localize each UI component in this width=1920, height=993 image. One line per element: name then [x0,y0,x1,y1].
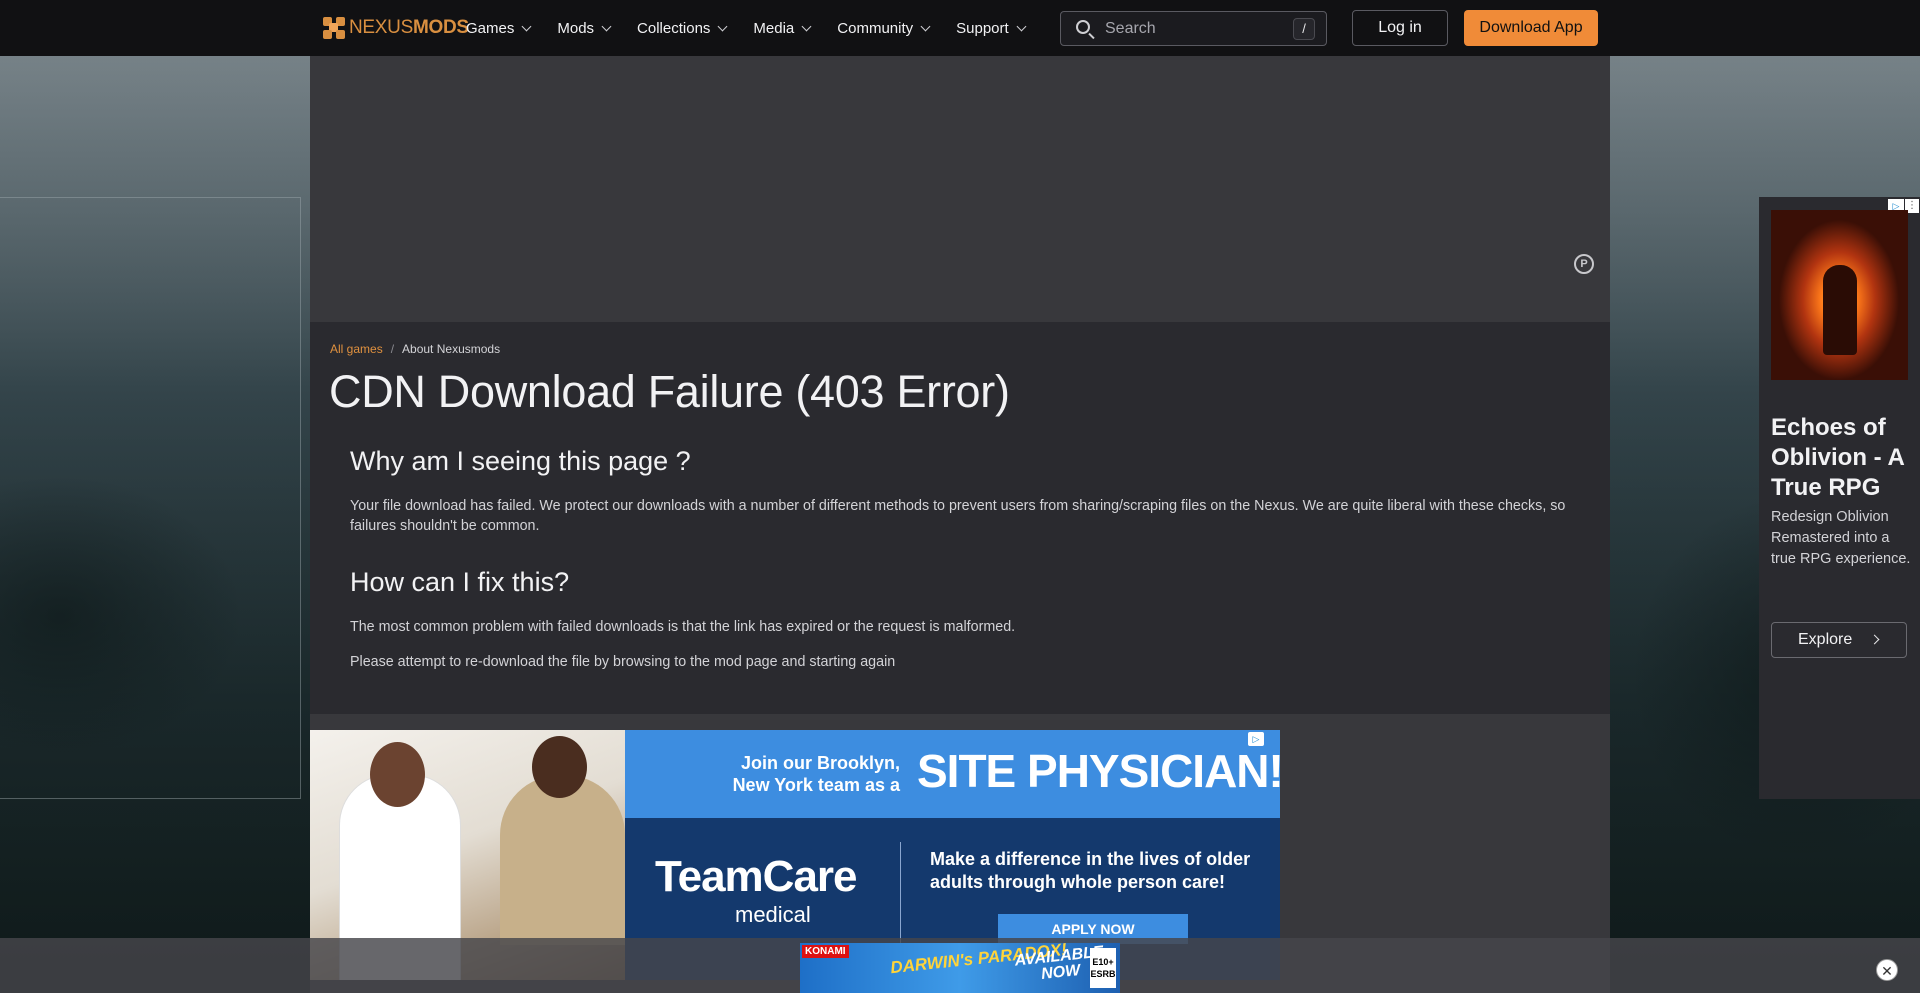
esrb-rating: E10+ ESRB [1090,948,1116,988]
main-menu: Games Mods Collections Media Community S… [466,0,1052,56]
right-skyscraper-ad[interactable]: ▷ ⋮ Echoes of Oblivion - A True RPG Rede… [1759,197,1920,799]
left-ad-slot[interactable] [0,197,301,799]
chevron-down-icon [1016,21,1027,31]
logo-text-mods: MODS [412,17,469,38]
adchoices-icon[interactable]: ▷ [1248,732,1264,746]
breadcrumb-separator: / [390,342,395,356]
section-why-heading: Why am I seeing this page ? [350,446,691,476]
nav-media[interactable]: Media [753,19,812,37]
section-fix-heading: How can I fix this? [350,567,570,597]
login-button[interactable]: Log in [1352,10,1448,46]
ad-message: Make a difference in the lives of older … [930,849,1251,892]
p-icon[interactable]: P [1574,254,1594,274]
side-ad-body: Redesign Oblivion Remastered into a true… [1771,509,1911,567]
ad-headline-band: Join our Brooklyn, New York team as a SI… [625,730,1280,818]
section-why-text: Your file download has failed. We protec… [350,498,1566,534]
nexusmods-logo[interactable]: NEXUSMODS [323,17,469,39]
chevron-down-icon [717,21,728,31]
explore-button-label: Explore [1798,631,1853,648]
nav-games-label: Games [466,19,515,37]
ad-photo-patient-head [532,736,587,798]
error-content: All games / About Nexusmods CDN Download… [310,322,1610,714]
ad-artwork [1771,210,1908,380]
logo-icon [323,17,345,39]
section-fix-text-2: Please attempt to re-download the file b… [350,654,896,670]
ad-photo-doctor-head [370,742,425,807]
chevron-down-icon [920,21,931,31]
nav-support[interactable]: Support [956,19,1027,37]
search-box: / [1060,11,1327,46]
nav-community[interactable]: Community [837,19,931,37]
chevron-right-icon [1869,634,1880,645]
sticky-bottom-ad-bar: KONAMI DARWIN's PARADOX! AVAILABLE NOW E… [0,938,1920,993]
breadcrumb-all-games[interactable]: All games [330,342,383,356]
breadcrumb-current: About Nexusmods [402,342,501,356]
ad-headline-big: SITE PHYSICIAN! [917,745,1280,797]
nav-media-label: Media [753,19,795,37]
nav-collections-label: Collections [637,19,711,37]
nav-support-label: Support [956,19,1009,37]
nav-games[interactable]: Games [466,19,532,37]
nav-mods-label: Mods [557,19,595,37]
chevron-down-icon [601,21,612,31]
breadcrumb: All games / About Nexusmods [330,342,500,356]
search-input[interactable] [1105,19,1285,39]
search-icon [1076,20,1090,34]
ad-photo-patient [500,775,625,945]
ad-artwork-figure [1823,265,1857,355]
download-app-button[interactable]: Download App [1464,10,1598,46]
nav-community-label: Community [837,19,914,37]
sticky-ad[interactable]: KONAMI DARWIN's PARADOX! AVAILABLE NOW E… [800,940,1120,993]
konami-logo: KONAMI [802,945,849,958]
teamcare-logo: TeamCare [655,852,858,901]
search-shortcut-key: / [1293,18,1315,40]
section-fix-text-1: The most common problem with failed down… [350,619,1016,635]
nav-mods[interactable]: Mods [557,19,612,37]
logo-text: NEXUSMODS [349,17,469,39]
top-ad-slot[interactable]: P [310,56,1610,322]
explore-button[interactable]: Explore [1771,622,1907,658]
teamcare-logo-sub: medical [735,902,811,927]
ad-headline-small: Join our Brooklyn, New York team as a [732,753,900,795]
side-ad-heading: Echoes of Oblivion - A True RPG [1771,414,1904,501]
page-title: CDN Download Failure (403 Error) [329,366,1010,417]
chevron-down-icon [801,21,812,31]
top-navigation: NEXUSMODS Games Mods Collections Media C… [0,0,1920,56]
nav-collections[interactable]: Collections [637,19,728,37]
ad-divider [900,842,901,952]
close-icon[interactable]: ✕ [1876,959,1898,981]
chevron-down-icon [521,21,532,31]
logo-text-nexus: NEXUS [349,17,413,38]
